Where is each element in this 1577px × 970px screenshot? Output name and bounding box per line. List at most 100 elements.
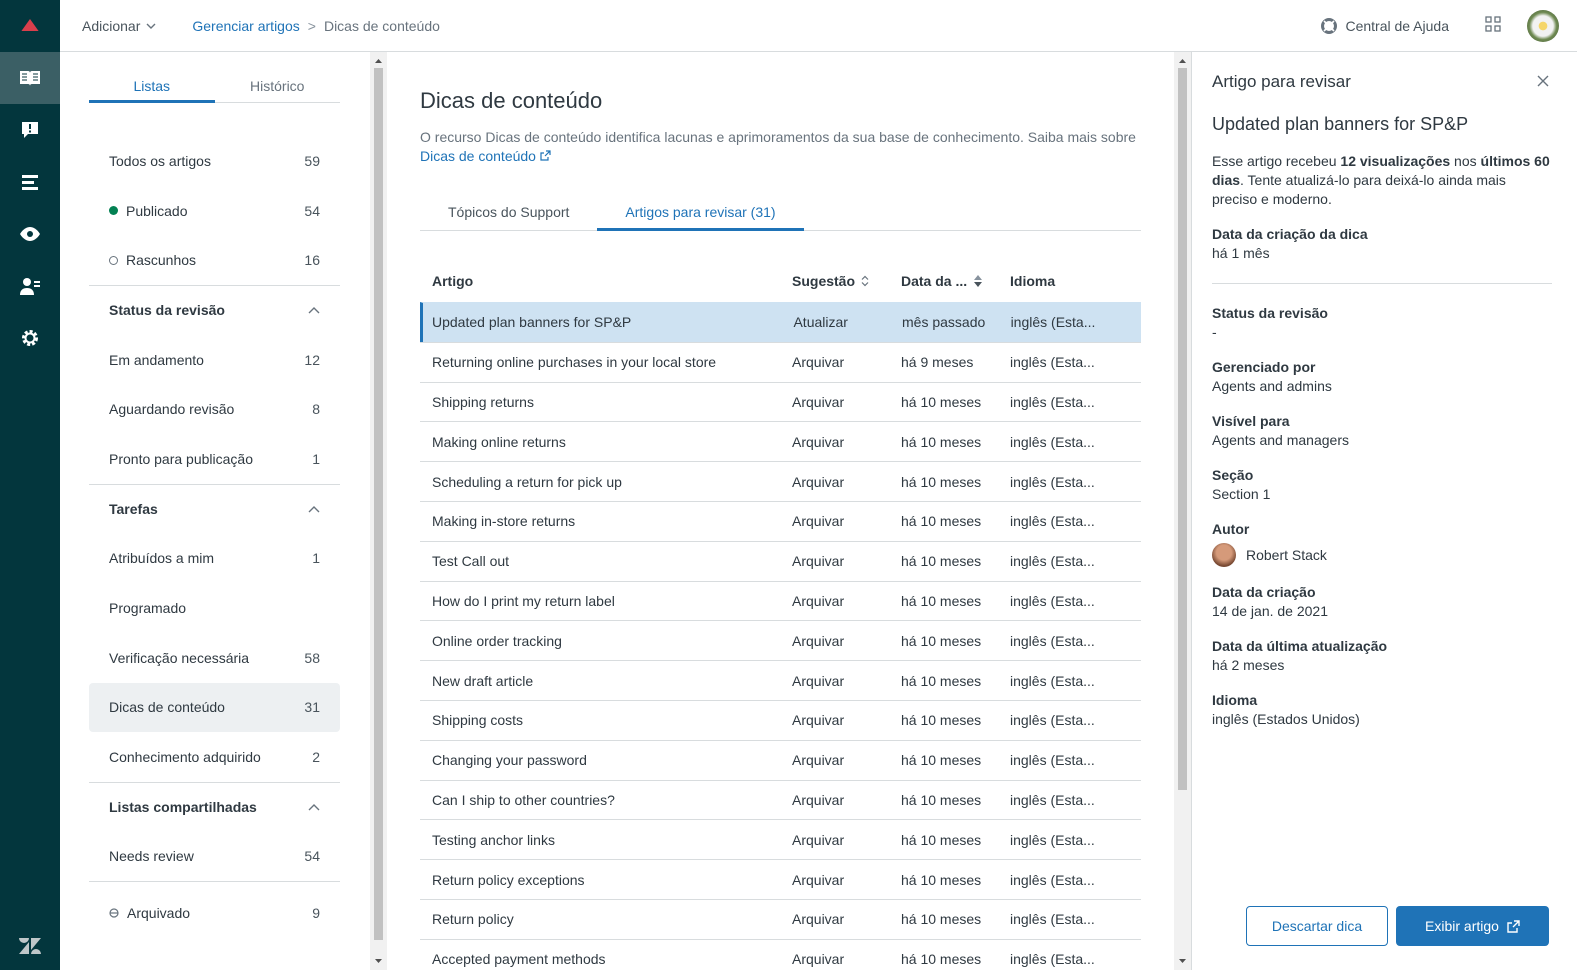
sidebar-item-needs-review[interactable]: Needs review 54 <box>89 832 340 882</box>
help-center-link[interactable]: Central de Ajuda <box>1321 17 1449 34</box>
table-row[interactable]: Updated plan banners for SP&P Atualizar mê… <box>420 302 1141 342</box>
add-menu-label: Adicionar <box>82 17 141 34</box>
section-tasks[interactable]: Tarefas <box>89 483 340 534</box>
scroll-up-arrow-icon[interactable] <box>370 54 387 68</box>
cell-date: há 10 meses <box>901 473 982 490</box>
zendesk-logo-icon[interactable] <box>0 936 60 956</box>
close-panel-button[interactable] <box>1537 74 1549 90</box>
cell-article: Return policy exceptions <box>432 871 585 888</box>
table-row[interactable]: Shipping returns Arquivar há 10 meses inglê… <box>420 381 1141 422</box>
table-row[interactable]: Returning online purchases in your local… <box>420 341 1141 382</box>
eye-icon[interactable] <box>0 208 60 260</box>
table-row[interactable]: Making online returns Arquivar há 10 meses… <box>420 421 1141 461</box>
cell-article: How do I print my return label <box>432 592 615 609</box>
sidebar-item-archived[interactable]: Arquivado 9 <box>89 888 340 938</box>
panel-heading: Artigo para revisar <box>1212 72 1351 91</box>
guide-logo-icon[interactable] <box>0 0 60 52</box>
section-shared-lists[interactable]: Listas compartilhadas <box>89 781 340 832</box>
breadcrumb-separator: > <box>307 17 316 34</box>
sidebar-item-content-cues[interactable]: Dicas de conteúdo 31 <box>89 682 340 733</box>
table-row[interactable]: Test Call out Arquivar há 10 meses inglês (… <box>420 540 1141 581</box>
arrange-content-icon[interactable] <box>0 156 60 208</box>
knowledge-base-icon[interactable] <box>0 52 60 104</box>
tab-support-topics[interactable]: Tópicos do Support <box>420 204 597 230</box>
table-row[interactable]: Making in-store returns Arquivar há 10 mes… <box>420 500 1141 541</box>
sidebar-item-label: Rascunhos <box>126 252 197 269</box>
sidebar-item-count: 31 <box>304 699 320 716</box>
scroll-down-arrow-icon[interactable] <box>1174 954 1191 968</box>
sidebar-scrollbar[interactable] <box>370 52 387 970</box>
dismiss-tip-button[interactable]: Descartar dica <box>1246 906 1388 946</box>
tab-lists[interactable]: Listas <box>89 78 215 103</box>
table-row[interactable]: How do I print my return label Arquivar há… <box>420 580 1141 621</box>
cell-language: inglês (Esta... <box>1010 513 1095 530</box>
table-row[interactable]: Can I ship to other countries? Arquivar há… <box>420 779 1141 820</box>
table-row[interactable]: Shipping costs Arquivar há 10 meses inglês … <box>420 699 1141 740</box>
table-row[interactable]: Changing your password Arquivar há 10 mese… <box>420 739 1141 780</box>
table-row[interactable]: Testing anchor links Arquivar há 10 meses i… <box>420 819 1141 859</box>
author-name: Robert Stack <box>1246 546 1327 563</box>
sidebar-item-knowledge-captured[interactable]: Conhecimento adquirido 2 <box>89 732 340 782</box>
table-row[interactable]: New draft article Arquivar há 10 meses ingl… <box>420 660 1141 700</box>
author-avatar <box>1212 543 1236 567</box>
field-label: Gerenciado por <box>1212 359 1316 375</box>
panel-summary: Esse artigo recebeu 12 visualizações nos… <box>1212 152 1552 209</box>
settings-gear-icon[interactable] <box>0 312 60 364</box>
main-tabs: Tópicos do Support Artigos para revisar … <box>420 204 1141 231</box>
tab-articles-to-review[interactable]: Artigos para revisar (31) <box>597 204 804 231</box>
sidebar-item-count: 9 <box>312 905 320 922</box>
user-permissions-icon[interactable] <box>0 260 60 312</box>
tab-history[interactable]: Histórico <box>215 78 341 102</box>
add-menu-button[interactable]: Adicionar <box>82 18 156 34</box>
column-header-date[interactable]: Data da ... <box>901 273 1010 289</box>
feedback-icon[interactable] <box>0 104 60 156</box>
column-header-suggestion[interactable]: Sugestão <box>792 273 901 289</box>
apps-grid-icon[interactable] <box>1485 16 1501 35</box>
cell-suggestion: Arquivar <box>792 632 845 649</box>
sidebar-item-verification-needed[interactable]: Verificação necessária 58 <box>89 633 340 683</box>
table-row[interactable]: Online order tracking Arquivar há 10 meses… <box>420 620 1141 660</box>
sidebar-item-awaiting-review[interactable]: Aguardando revisão 8 <box>89 384 340 434</box>
cell-article: Making online returns <box>432 433 566 450</box>
view-article-button[interactable]: Exibir artigo <box>1396 906 1549 946</box>
sidebar-item-all-articles[interactable]: Todos os artigos 59 <box>89 136 340 186</box>
breadcrumb-manage-articles-link[interactable]: Gerenciar artigos <box>192 18 299 34</box>
table-row[interactable]: Return policy exceptions Arquivar há 10 me… <box>420 859 1141 899</box>
lists-sidebar: Listas Histórico Todos os artigos 59 Pub… <box>60 52 370 970</box>
section-title: Status da revisão <box>109 302 225 319</box>
cell-article: Online order tracking <box>432 632 562 649</box>
scroll-up-arrow-icon[interactable] <box>1174 54 1191 68</box>
cell-language: inglês (Esta... <box>1010 791 1095 808</box>
close-icon <box>1537 75 1549 87</box>
content-cues-main: Dicas de conteúdo O recurso Dicas de con… <box>387 52 1174 970</box>
sidebar-item-drafts[interactable]: Rascunhos 16 <box>89 235 340 285</box>
cell-article: Return policy <box>432 911 514 928</box>
draft-status-icon <box>109 255 118 265</box>
cell-date: há 9 meses <box>901 354 974 371</box>
section-review-status[interactable]: Status da revisão <box>89 285 340 335</box>
chevron-down-icon <box>146 23 156 29</box>
view-article-label: Exibir artigo <box>1425 918 1499 934</box>
user-avatar[interactable] <box>1527 9 1559 42</box>
cell-suggestion: Arquivar <box>792 791 845 808</box>
main-scrollbar[interactable] <box>1174 52 1191 970</box>
table-row[interactable]: Accepted payment methods Arquivar há 10 me… <box>420 938 1141 970</box>
cell-date: há 10 meses <box>901 712 982 729</box>
table-row[interactable]: Return policy Arquivar há 10 meses inglês (… <box>420 898 1141 939</box>
sidebar-item-ready-to-publish[interactable]: Pronto para publicação 1 <box>89 434 340 484</box>
field-value: Agents and admins <box>1212 378 1332 394</box>
sidebar-item-assigned-to-me[interactable]: Atribuídos a mim 1 <box>89 534 340 584</box>
learn-more-link[interactable]: Dicas de conteúdo <box>420 148 551 164</box>
main-scroll-thumb[interactable] <box>1178 68 1187 790</box>
sidebar-item-published[interactable]: Publicado 54 <box>89 186 340 236</box>
scroll-down-arrow-icon[interactable] <box>370 954 387 968</box>
column-header-label: Data da ... <box>901 273 968 289</box>
table-row[interactable]: Scheduling a return for pick up Arquivar h… <box>420 461 1141 501</box>
sidebar-tabs: Listas Histórico <box>89 78 340 103</box>
sidebar-item-scheduled[interactable]: Programado <box>89 583 340 633</box>
sidebar-item-in-progress[interactable]: Em andamento 12 <box>89 335 340 385</box>
cell-language: inglês (Esta... <box>1010 473 1095 490</box>
summary-text: Esse artigo recebeu <box>1212 153 1341 169</box>
cell-date: há 10 meses <box>901 513 982 530</box>
sidebar-scroll-thumb[interactable] <box>374 68 383 940</box>
